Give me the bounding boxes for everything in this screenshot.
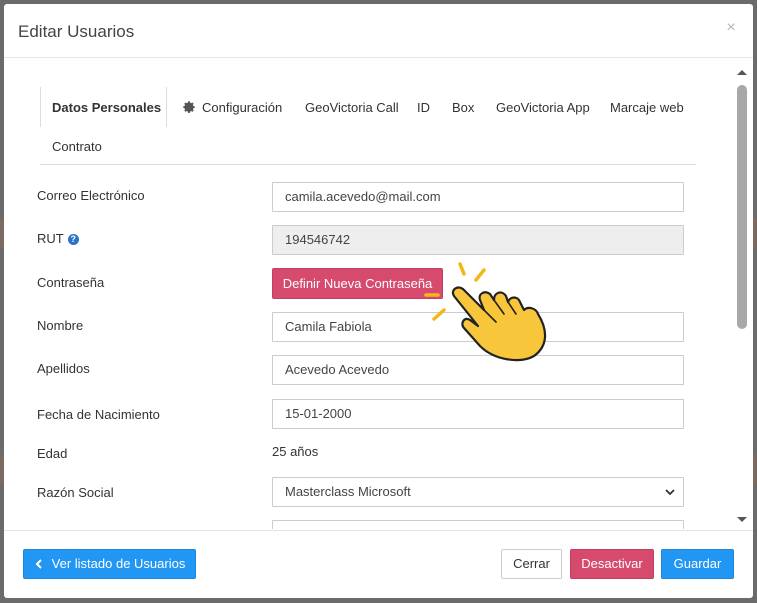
modal-header: Editar Usuarios × — [4, 4, 753, 58]
tab-configuracion[interactable]: Configuración — [182, 100, 282, 115]
company-label: Razón Social — [37, 485, 114, 500]
modal-title: Editar Usuarios — [18, 22, 135, 41]
tab-id[interactable]: ID — [417, 100, 430, 115]
scroll-thumb[interactable] — [737, 85, 747, 329]
age-label: Edad — [37, 446, 68, 461]
tab-marcaje-web[interactable]: Marcaje web — [610, 100, 684, 115]
back-to-users-list-button[interactable]: Ver listado de Usuarios — [23, 549, 196, 579]
email-field[interactable]: camila.acevedo@mail.com — [272, 182, 684, 212]
close-button[interactable]: Cerrar — [501, 549, 562, 579]
modal-footer: Ver listado de Usuarios Cerrar Desactiva… — [4, 530, 753, 598]
age-value: 25 años — [272, 444, 319, 459]
vertical-scrollbar[interactable] — [735, 65, 749, 527]
company-select-value: Masterclass Microsoft — [285, 484, 411, 499]
tab-contrato[interactable]: Contrato — [52, 139, 102, 154]
close-icon[interactable]: × — [723, 18, 739, 38]
chevron-down-icon — [665, 489, 675, 496]
email-label: Correo Electrónico — [37, 188, 145, 203]
deactivate-button[interactable]: Desactivar — [570, 549, 654, 579]
first-name-field[interactable]: Camila Fabiola — [272, 312, 684, 342]
rut-label: RUT? — [37, 231, 79, 246]
birthdate-label: Fecha de Nacimiento — [37, 407, 160, 422]
help-icon[interactable]: ? — [67, 234, 79, 245]
password-label: Contraseña — [37, 275, 105, 290]
last-name-label: Apellidos — [37, 361, 90, 376]
birthdate-field[interactable]: 15-01-2000 — [272, 399, 684, 429]
scroll-down-icon[interactable] — [735, 515, 749, 525]
edit-users-modal: Editar Usuarios × Datos Personales Confi… — [4, 4, 753, 598]
next-field-partial[interactable] — [272, 520, 684, 529]
set-new-password-button[interactable]: Definir Nueva Contraseña — [272, 268, 443, 299]
save-button[interactable]: Guardar — [661, 549, 734, 579]
chevron-left-icon — [35, 559, 42, 569]
scroll-up-icon[interactable] — [735, 67, 749, 77]
rut-field: 194546742 — [272, 225, 684, 255]
rut-label-text: RUT — [37, 231, 64, 246]
tab-datos-personales[interactable]: Datos Personales — [52, 100, 161, 115]
tab-configuracion-label: Configuración — [202, 100, 283, 115]
gear-icon — [183, 101, 195, 113]
first-name-label: Nombre — [37, 318, 84, 333]
tab-geovictoria-call[interactable]: GeoVictoria Call — [305, 100, 399, 115]
tab-geovictoria-app[interactable]: GeoVictoria App — [496, 100, 590, 115]
modal-body: Datos Personales Configuración GeoVictor… — [4, 59, 753, 529]
tab-box[interactable]: Box — [452, 100, 474, 115]
tab-bar: Datos Personales Configuración GeoVictor… — [40, 87, 696, 165]
back-button-label: Ver listado de Usuarios — [51, 556, 186, 571]
last-name-field[interactable]: Acevedo Acevedo — [272, 355, 684, 385]
company-select[interactable]: Masterclass Microsoft — [272, 477, 684, 507]
